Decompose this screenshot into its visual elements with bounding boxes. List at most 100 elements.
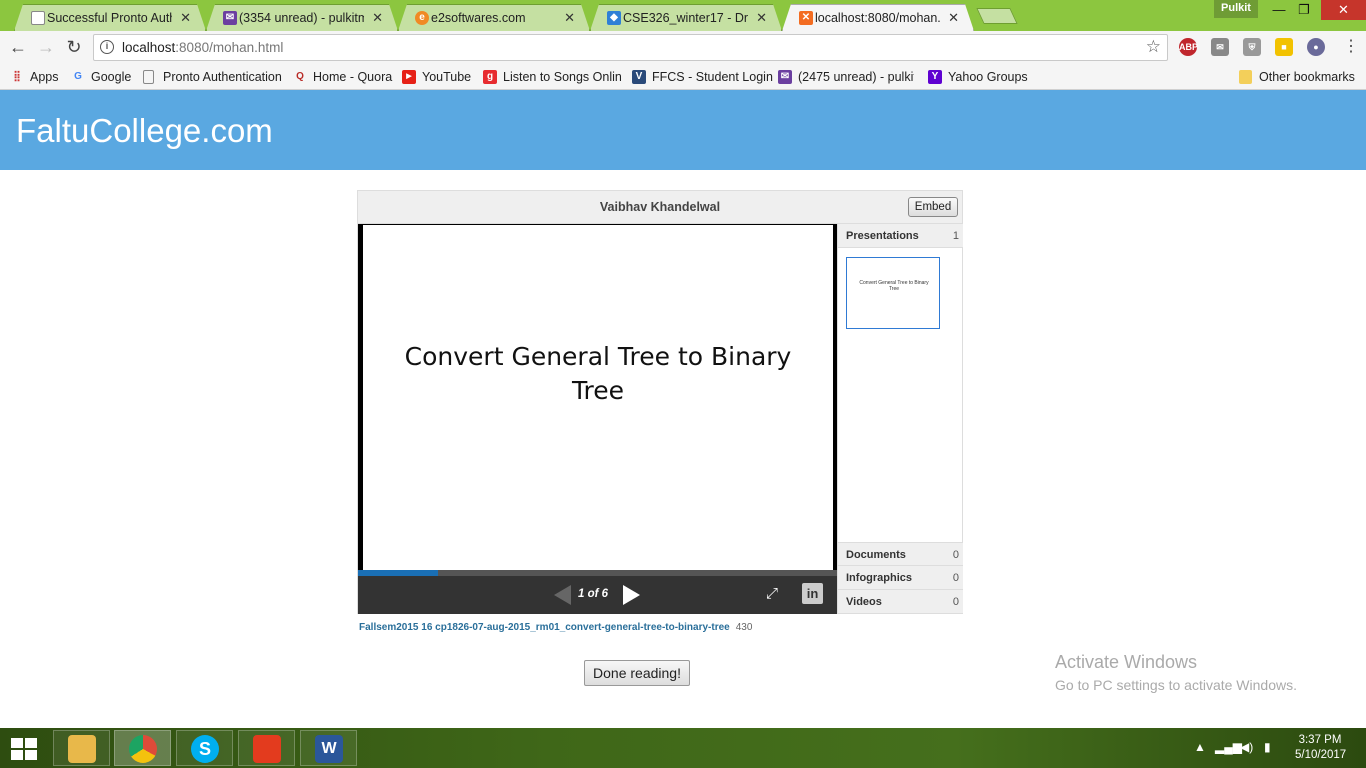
bookmark-yahoo-groups[interactable]: Y Yahoo Groups [928, 69, 1028, 85]
page-counter: 1 of 6 [578, 588, 609, 600]
menu-icon[interactable]: ⋮ [1340, 36, 1362, 58]
google-icon: G [74, 71, 82, 82]
doc-icon [31, 11, 45, 25]
taskbar-word[interactable]: W [300, 730, 357, 766]
folder-icon [1239, 70, 1252, 84]
fullscreen-icon[interactable]: ⤢ [766, 585, 778, 602]
note-icon[interactable]: ■ [1275, 38, 1293, 56]
tray-expand-icon[interactable]: ▲ [1194, 740, 1206, 754]
watermark-subtitle: Go to PC settings to activate Windows. [1055, 677, 1297, 693]
new-tab-button[interactable] [976, 8, 1018, 24]
site-header: FaltuCollege.com [0, 90, 1366, 170]
url-path: :8080/mohan.html [175, 40, 284, 55]
battery-icon[interactable]: ▮ [1264, 740, 1271, 754]
sidebar-item-documents[interactable]: Documents 0 [838, 542, 963, 566]
bookmark-google[interactable]: G Google [71, 69, 131, 85]
profile-button[interactable]: Pulkit [1214, 0, 1258, 18]
skype-icon: S [191, 735, 219, 763]
forward-button[interactable]: → [35, 36, 57, 58]
taskbar-chrome[interactable] [114, 730, 171, 766]
embed-button[interactable]: Embed [908, 197, 958, 217]
slide[interactable]: Convert General Tree to Binary Tree [363, 225, 833, 570]
tab-dropbox[interactable]: ◆ CSE326_winter17 - Dropb ✕ [590, 4, 782, 31]
tab-title: (3354 unread) - pulkitmit [239, 11, 364, 25]
bookmark-gaana[interactable]: g Listen to Songs Online [483, 69, 621, 85]
taskbar-acrobat[interactable] [238, 730, 295, 766]
slide-title: Convert General Tree to Binary Tree [404, 342, 792, 405]
tab-title: localhost:8080/mohan.htm [815, 11, 940, 25]
youtube-icon: ▶ [402, 70, 416, 84]
sidebar-item-presentations[interactable]: Presentations 1 [838, 224, 963, 248]
section-count: 0 [952, 596, 959, 608]
quora-icon: Q [296, 71, 304, 82]
slideshare-embed: Vaibhav Khandelwal Embed Convert General… [357, 190, 963, 614]
bookmark-star-icon[interactable]: ☆ [1146, 37, 1161, 57]
tab-yahoo-mail[interactable]: ✉ (3354 unread) - pulkitmit ✕ [206, 4, 398, 31]
e2-icon: e [415, 11, 429, 25]
tab-e2softwares[interactable]: e e2softwares.com ✕ [398, 4, 590, 31]
taskbar-skype[interactable]: S [176, 730, 233, 766]
reload-button[interactable]: ↻ [63, 36, 85, 58]
taskbar-file-explorer[interactable] [53, 730, 110, 766]
presentation-thumbnail[interactable]: Convert General Tree to Binary Tree [846, 257, 940, 329]
close-icon[interactable]: ✕ [564, 10, 575, 26]
volume-icon[interactable]: ◀) [1240, 740, 1253, 754]
system-clock[interactable]: 3:37 PM 5/10/2017 [1295, 733, 1346, 763]
back-button[interactable]: ← [7, 36, 29, 58]
inbox-icon[interactable]: ✉ [1211, 38, 1229, 56]
thumbnail-title: Convert General Tree to Binary Tree [859, 280, 929, 292]
bookmark-apps[interactable]: ⣿ Apps [10, 69, 59, 85]
site-title[interactable]: FaltuCollege.com [16, 112, 273, 150]
sidebar-item-infographics[interactable]: Infographics 0 [838, 566, 963, 590]
adblock-icon[interactable]: ABP [1179, 38, 1198, 56]
shield-icon[interactable]: ⛨ [1243, 38, 1261, 56]
file-explorer-icon [68, 735, 96, 763]
presentation-link[interactable]: Fallsem2015 16 cp1826-07-aug-2015_rm01_c… [359, 622, 730, 633]
close-icon[interactable]: ✕ [180, 10, 191, 26]
windows-taskbar: S W ▲ ▂▄▆ ◀) ▮ 3:37 PM 5/10/2017 [0, 728, 1366, 768]
bookmark-label: Listen to Songs Online [503, 70, 621, 84]
bookmark-label: Pronto Authentication [163, 70, 282, 84]
xampp-icon: ✕ [799, 11, 813, 25]
activate-windows-watermark: Activate Windows Go to PC settings to ac… [1055, 652, 1297, 693]
url-host: localhost [122, 40, 176, 55]
bookmark-label: Google [91, 70, 132, 84]
close-icon[interactable]: ✕ [948, 10, 959, 26]
chrome-icon [129, 735, 157, 763]
start-button[interactable] [10, 737, 38, 761]
doc-icon [143, 70, 154, 84]
tab-pronto[interactable]: Successful Pronto Authen ✕ [14, 4, 206, 31]
embed-header: Vaibhav Khandelwal Embed [358, 191, 962, 224]
window-close-button[interactable]: ✕ [1321, 0, 1366, 20]
maximize-button[interactable]: ❐ [1287, 0, 1321, 20]
other-bookmarks[interactable]: Other bookmarks [1239, 69, 1355, 85]
bookmarks-bar: ⣿ Apps G Google Pronto Authentication Q Hom… [0, 63, 1366, 90]
section-count: 0 [952, 572, 959, 584]
tab-title: CSE326_winter17 - Dropb [623, 11, 748, 25]
bookmark-yahoo-mail[interactable]: ✉ (2475 unread) - pulkit [778, 69, 914, 85]
car-icon[interactable]: ● [1307, 38, 1325, 56]
close-icon[interactable]: ✕ [372, 10, 383, 26]
bookmark-label: FFCS - Student Login [652, 70, 773, 84]
bookmark-quora[interactable]: Q Home - Quora [293, 69, 392, 85]
dropbox-icon: ◆ [607, 11, 621, 25]
done-reading-button[interactable]: Done reading! [584, 660, 690, 686]
network-icon[interactable]: ▂▄▆ [1215, 740, 1242, 754]
bookmark-ffcs[interactable]: V FFCS - Student Login [632, 69, 773, 85]
next-slide-button[interactable] [623, 585, 640, 605]
bookmark-label: Apps [30, 70, 59, 84]
tab-title: Successful Pronto Authen [47, 11, 170, 25]
sidebar-item-videos[interactable]: Videos 0 [838, 590, 963, 614]
author-name[interactable]: Vaibhav Khandelwal [358, 200, 962, 214]
close-icon[interactable]: ✕ [756, 10, 767, 26]
section-label: Videos [846, 596, 882, 608]
tab-localhost[interactable]: ✕ localhost:8080/mohan.htm ✕ [782, 4, 974, 31]
address-bar[interactable]: i localhost:8080/mohan.html ☆ [93, 34, 1168, 61]
linkedin-icon[interactable]: in [802, 583, 823, 604]
slide-viewer: Convert General Tree to Binary Tree 1 of… [358, 224, 837, 614]
bookmark-youtube[interactable]: ▶ YouTube [402, 69, 471, 85]
previous-slide-button[interactable] [554, 585, 571, 605]
acrobat-icon [253, 735, 281, 763]
info-icon[interactable]: i [100, 40, 114, 54]
bookmark-pronto[interactable]: Pronto Authentication [143, 69, 282, 85]
